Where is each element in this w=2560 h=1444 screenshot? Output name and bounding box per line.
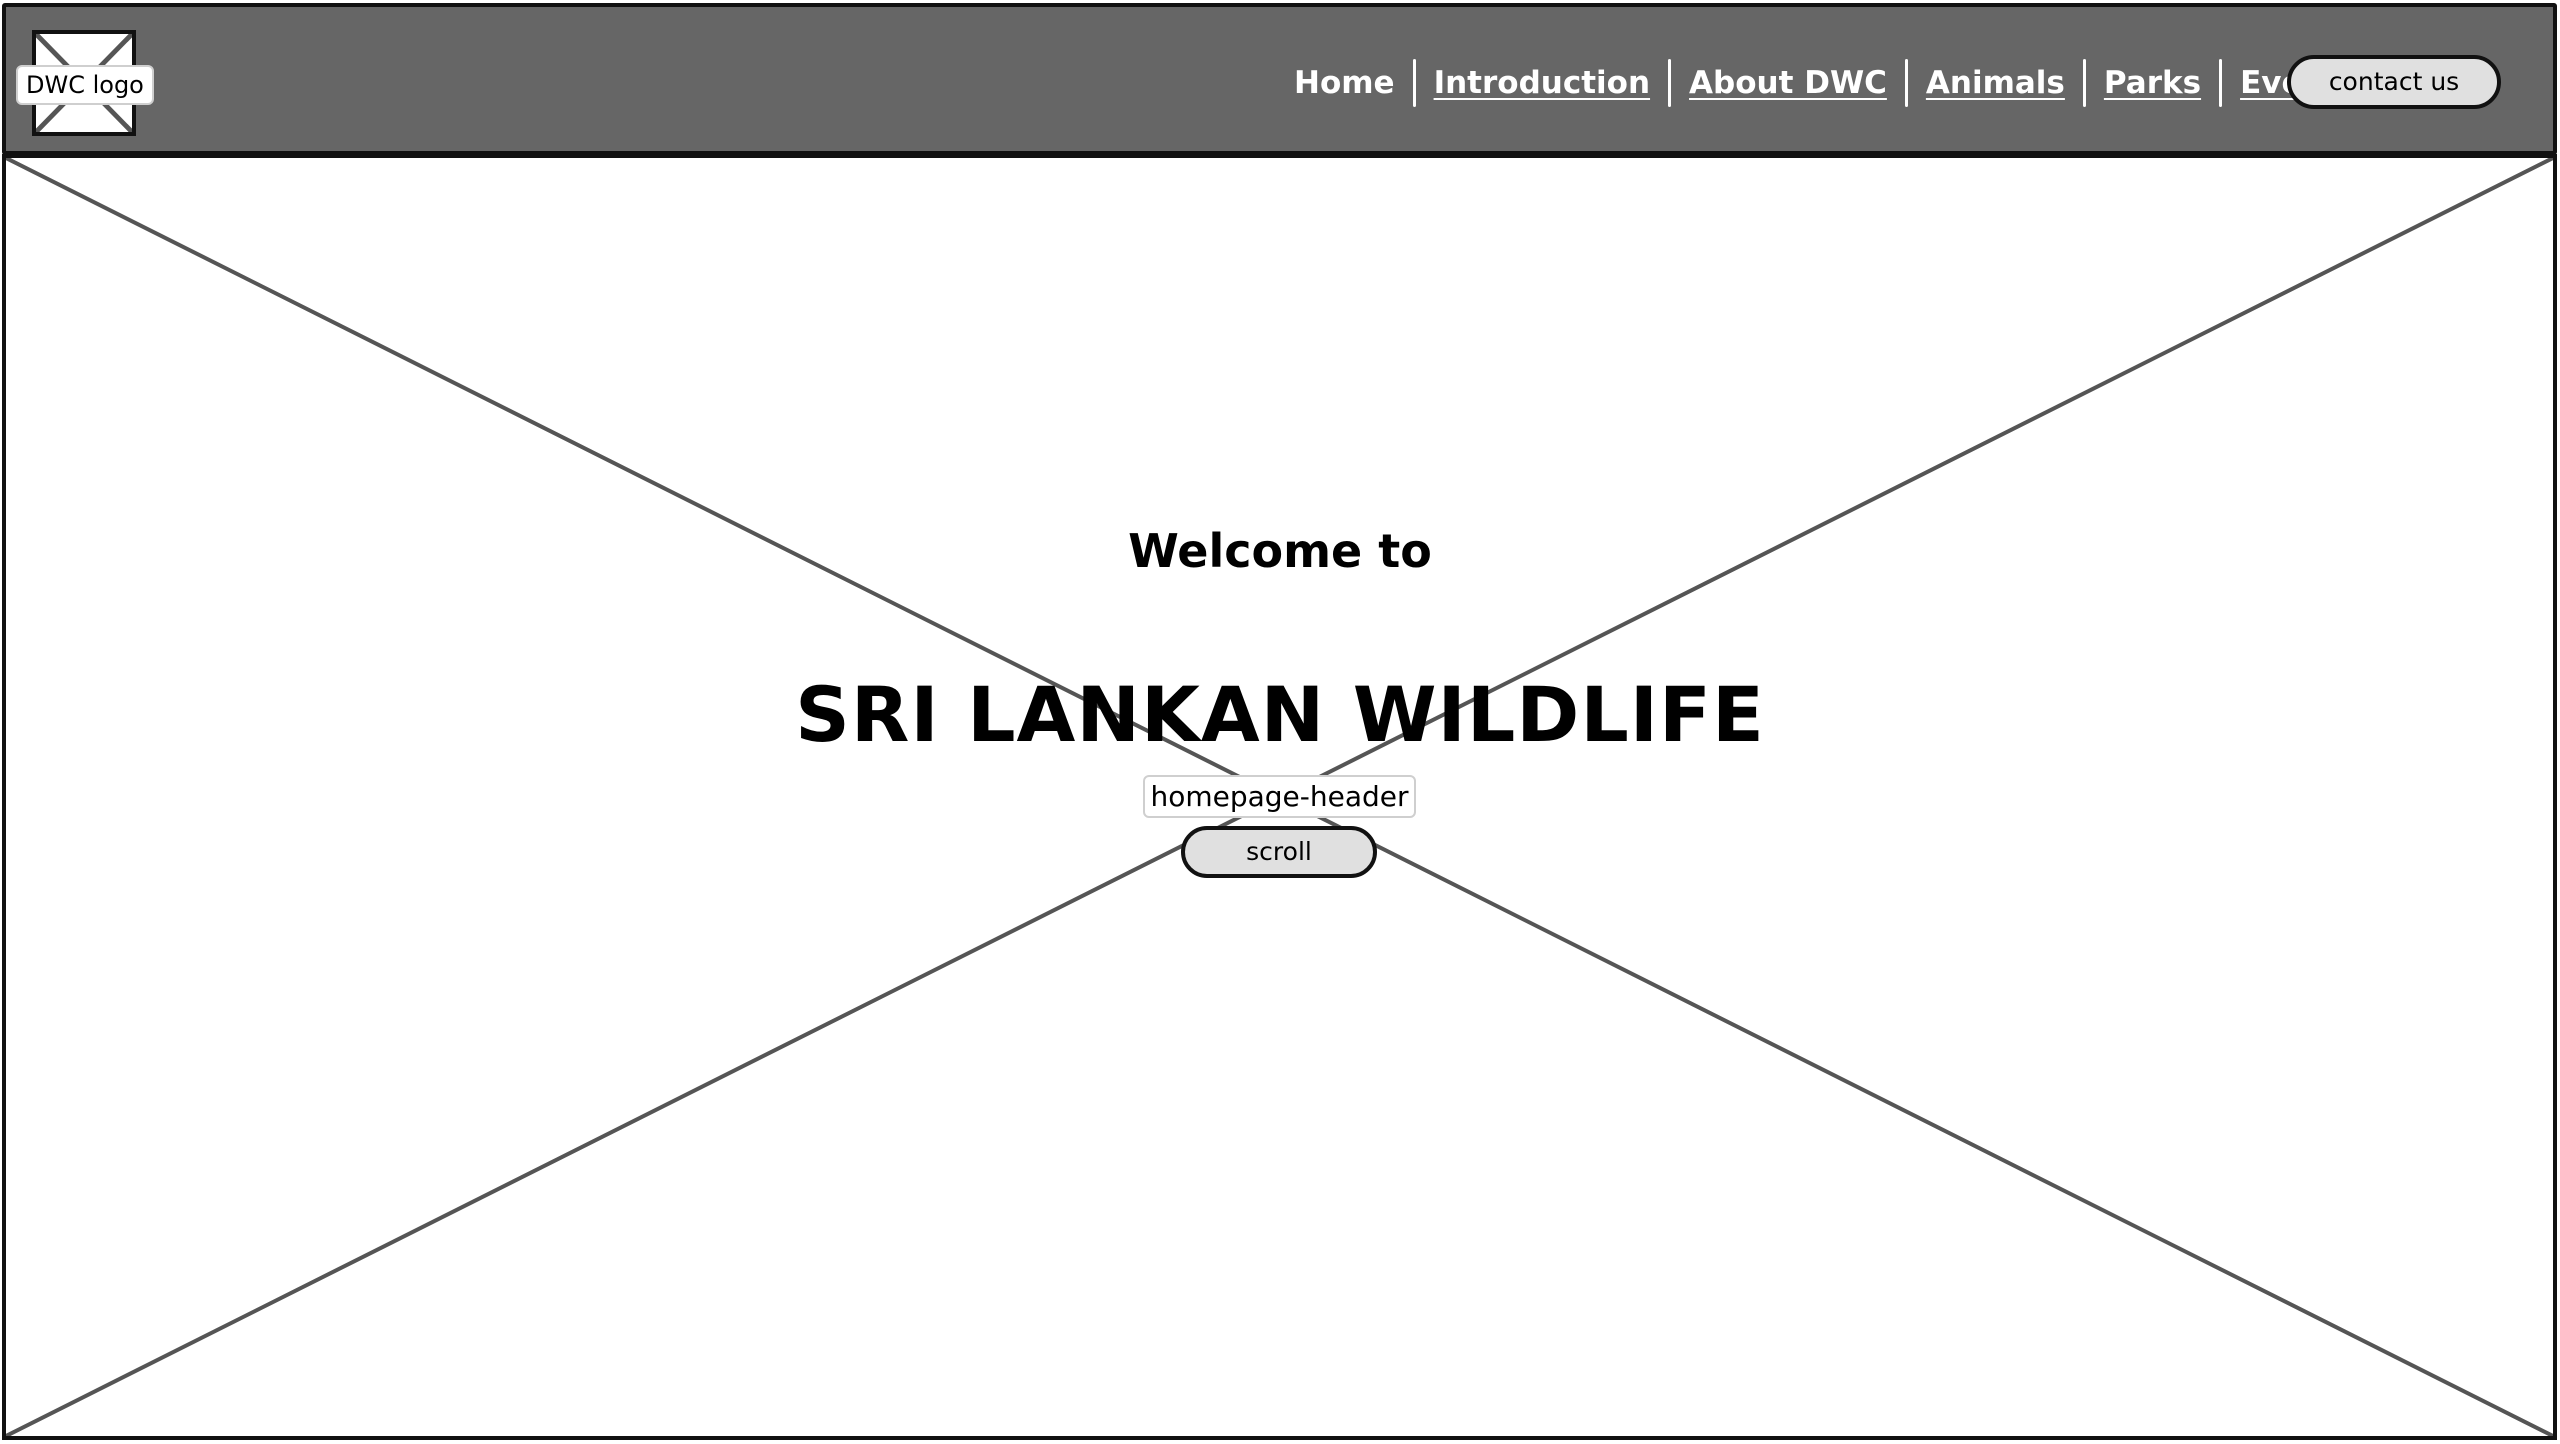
nav-introduction[interactable]: Introduction (1416, 55, 1668, 111)
nav-animals[interactable]: Animals (1908, 55, 2083, 111)
nav-about-dwc[interactable]: About DWC (1671, 55, 1905, 111)
top-navbar: DWC logo Home Introduction About DWC Ani… (2, 3, 2557, 155)
scroll-button[interactable]: scroll (1181, 826, 1377, 878)
nav-home[interactable]: Home (1276, 55, 1413, 111)
nav-parks[interactable]: Parks (2086, 55, 2219, 111)
wireframe-page: DWC logo Home Introduction About DWC Ani… (0, 0, 2560, 1444)
welcome-text: Welcome to (1128, 524, 1432, 578)
section-label: homepage-header (1143, 775, 1416, 818)
logo-label: DWC logo (16, 65, 154, 105)
hero-title: SRI LANKAN WILDLIFE (795, 670, 1765, 759)
contact-us-button[interactable]: contact us (2287, 55, 2501, 109)
main-nav: Home Introduction About DWC Animals Park… (1276, 55, 2376, 111)
